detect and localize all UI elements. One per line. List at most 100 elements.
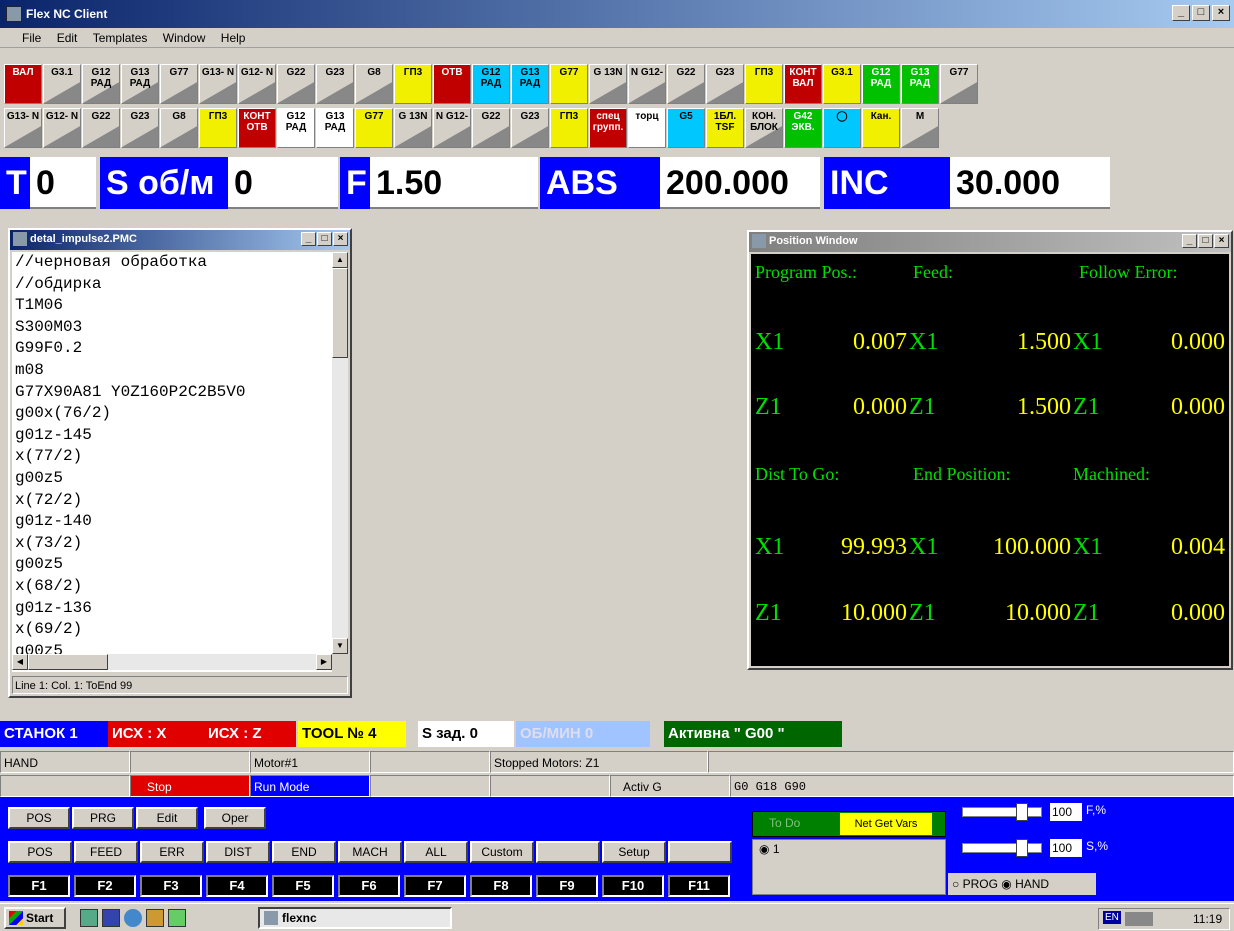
menu-edit[interactable]: Edit [51,28,84,45]
scroll-right-icon[interactable]: ▶ [316,654,332,670]
feed-override-slider[interactable] [962,807,1042,817]
cycle-button-11[interactable]: ОТВ [433,64,471,104]
cycle-button-14[interactable]: G77 [550,64,588,104]
feed-slider-thumb[interactable] [1016,803,1028,821]
cycle2-button-1[interactable]: G12- N [43,108,81,148]
view-button-5[interactable]: MACH [338,841,402,863]
cycle-button-5[interactable]: G13- N [199,64,237,104]
cycle2-button-11[interactable]: N G12- [433,108,471,148]
cycle-button-24[interactable]: G77 [940,64,978,104]
cycle-button-7[interactable]: G22 [277,64,315,104]
cycle-button-19[interactable]: ГП3 [745,64,783,104]
view-button-6[interactable]: ALL [404,841,468,863]
cycle2-button-9[interactable]: G77 [355,108,393,148]
program-line[interactable]: g00z5 [15,554,332,576]
function-key-f9[interactable]: F9 [536,875,598,897]
cycle2-button-7[interactable]: G12 РАД [277,108,315,148]
function-key-f8[interactable]: F8 [470,875,532,897]
program-line[interactable]: //обдирка [15,274,332,296]
quicklaunch-icon[interactable] [80,909,98,927]
cycle-button-3[interactable]: G13 РАД [121,64,159,104]
program-line[interactable]: g00z5 [15,468,332,490]
program-line[interactable]: x(77/2) [15,446,332,468]
position-maximize-button[interactable]: □ [1198,234,1213,248]
tab-edit[interactable]: Edit [136,807,198,829]
language-indicator[interactable]: EN [1103,911,1121,924]
program-line[interactable]: //черновая обработка [15,252,332,274]
function-key-f10[interactable]: F10 [602,875,664,897]
tab-pos[interactable]: POS [8,807,70,829]
cycle-button-16[interactable]: N G12- [628,64,666,104]
cycle-button-18[interactable]: G23 [706,64,744,104]
save-icon[interactable] [102,909,120,927]
cycle2-button-23[interactable]: M [901,108,939,148]
cycle2-button-14[interactable]: ГП3 [550,108,588,148]
cycle-button-2[interactable]: G12 РАД [82,64,120,104]
function-key-f3[interactable]: F3 [140,875,202,897]
view-button-1[interactable]: FEED [74,841,138,863]
function-key-f11[interactable]: F11 [668,875,730,897]
view-button-0[interactable]: POS [8,841,72,863]
menu-window[interactable]: Window [157,28,212,45]
desktop-icon[interactable] [168,909,186,927]
function-key-f5[interactable]: F5 [272,875,334,897]
cycle2-button-6[interactable]: КОНТ ОТВ [238,108,276,148]
function-key-f7[interactable]: F7 [404,875,466,897]
cycle-button-0[interactable]: ВАЛ [4,64,42,104]
program-line[interactable]: x(68/2) [15,576,332,598]
cycle2-button-0[interactable]: G13- N [4,108,42,148]
hand-radio[interactable]: ◉ [1001,877,1015,891]
program-line[interactable]: x(72/2) [15,490,332,512]
view-button-2[interactable]: ERR [140,841,204,863]
taskbar-flexnc[interactable]: flexnc [258,907,452,929]
scroll-thumb[interactable] [332,268,348,358]
cycle-button-9[interactable]: G8 [355,64,393,104]
browser-icon[interactable] [124,909,142,927]
program-line[interactable]: m08 [15,360,332,382]
cycle-button-13[interactable]: G13 РАД [511,64,549,104]
cycle2-button-20[interactable]: G42 ЭКВ. [784,108,822,148]
cycle2-button-2[interactable]: G22 [82,108,120,148]
cycle-button-1[interactable]: G3.1 [43,64,81,104]
program-line[interactable]: S300M03 [15,317,332,339]
cycle2-button-5[interactable]: ГП3 [199,108,237,148]
cycle-button-12[interactable]: G12 РАД [472,64,510,104]
function-key-f4[interactable]: F4 [206,875,268,897]
minimize-button[interactable]: _ [1172,5,1190,21]
maximize-button[interactable]: □ [1192,5,1210,21]
tab-prg[interactable]: PRG [72,807,134,829]
cycle-button-10[interactable]: ГП3 [394,64,432,104]
program-line[interactable]: g01z-140 [15,511,332,533]
program-line[interactable]: G77X90A81 Y0Z160P2C2B5V0 [15,382,332,404]
start-button[interactable]: Start [4,907,66,929]
tab-oper[interactable]: Oper [204,807,266,829]
program-line[interactable]: g01z-136 [15,598,332,620]
cycle2-button-13[interactable]: G23 [511,108,549,148]
prog-radio[interactable]: ○ [952,877,963,891]
cycle2-button-3[interactable]: G23 [121,108,159,148]
scroll-left-icon[interactable]: ◀ [12,654,28,670]
cycle2-button-10[interactable]: G 13N [394,108,432,148]
cycle2-button-18[interactable]: 1БЛ. TSF [706,108,744,148]
editor-minimize-button[interactable]: _ [301,232,316,246]
view-button-8[interactable] [536,841,600,863]
cycle2-button-16[interactable]: торц [628,108,666,148]
program-line[interactable]: G99F0.2 [15,338,332,360]
close-button[interactable]: × [1212,5,1230,21]
function-key-f1[interactable]: F1 [8,875,70,897]
function-key-f6[interactable]: F6 [338,875,400,897]
network-icon[interactable] [146,909,164,927]
cycle-button-6[interactable]: G12- N [238,64,276,104]
spindle-override-slider[interactable] [962,843,1042,853]
cycle2-button-15[interactable]: спец групп. [589,108,627,148]
channel-radio[interactable]: ◉ [759,842,773,856]
cycle2-button-4[interactable]: G8 [160,108,198,148]
program-text-area[interactable]: //черновая обработка//обдирка T1M06 S300M0… [12,252,332,672]
tray-icons[interactable] [1125,912,1153,926]
cycle-button-15[interactable]: G 13N [589,64,627,104]
cycle-button-23[interactable]: G13 РАД [901,64,939,104]
program-line[interactable]: x(69/2) [15,619,332,641]
scroll-up-icon[interactable]: ▲ [332,252,348,268]
cycle2-button-19[interactable]: КОН. БЛОК [745,108,783,148]
cycle2-button-21[interactable]: ◯ [823,108,861,148]
